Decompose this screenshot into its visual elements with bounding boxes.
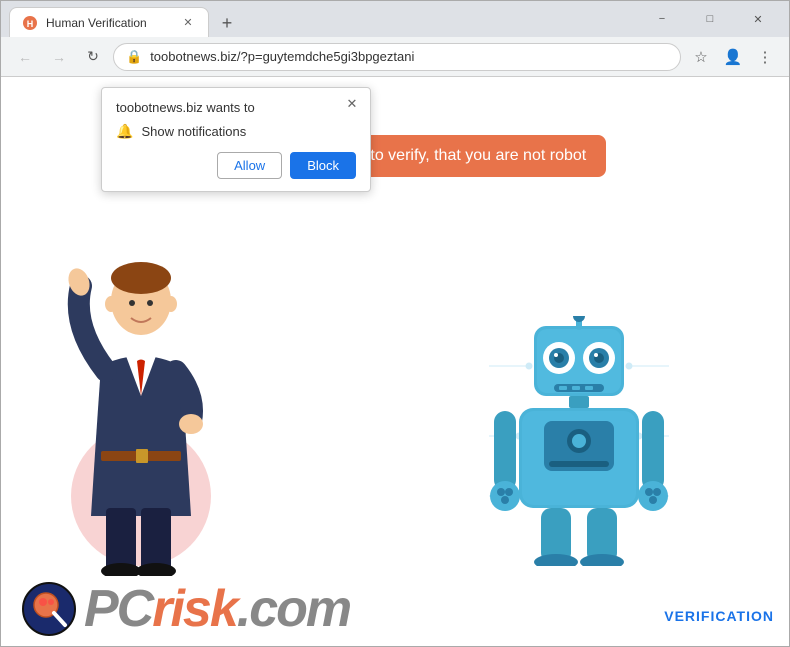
svg-text:H: H: [27, 19, 34, 29]
browser-window: H Human Verification ✕ + − □ ✕ ← → ↻ 🔒 t…: [0, 0, 790, 647]
pcrisk-logo: PC risk .com: [84, 583, 350, 635]
tab-favicon: H: [22, 15, 38, 31]
new-tab-button[interactable]: +: [213, 9, 241, 37]
active-tab[interactable]: H Human Verification ✕: [9, 7, 209, 37]
page-content: ✕ toobotnews.biz wants to 🔔 Show notific…: [1, 77, 789, 646]
bookmark-icon[interactable]: ☆: [687, 43, 715, 71]
popup-title: toobotnews.biz wants to: [116, 100, 356, 115]
bell-icon: 🔔: [116, 123, 133, 140]
close-button[interactable]: ✕: [735, 1, 781, 37]
minimize-button[interactable]: −: [639, 1, 685, 37]
robot-svg: [489, 316, 669, 566]
window-controls: − □ ✕: [639, 1, 781, 37]
forward-button[interactable]: →: [45, 43, 73, 71]
block-button[interactable]: Block: [290, 152, 356, 179]
logo-com-text: .com: [237, 583, 350, 635]
allow-button[interactable]: Allow: [217, 152, 282, 179]
logo-magnifier-icon: [21, 581, 76, 636]
lock-icon: 🔒: [126, 49, 142, 65]
popup-permission: 🔔 Show notifications: [116, 123, 356, 140]
logo-risk-text: risk: [152, 583, 237, 635]
title-bar: H Human Verification ✕ + − □ ✕: [1, 1, 789, 37]
person-svg: [41, 236, 241, 576]
footer-logo: PC risk .com: [21, 581, 350, 636]
popup-close-button[interactable]: ✕: [342, 94, 362, 114]
tab-bar: H Human Verification ✕ +: [9, 1, 639, 37]
profile-icon[interactable]: 👤: [719, 43, 747, 71]
address-right-controls: ☆ 👤 ⋮: [687, 43, 779, 71]
refresh-button[interactable]: ↻: [79, 43, 107, 71]
tab-close-button[interactable]: ✕: [180, 15, 196, 31]
permission-label: Show notifications: [141, 124, 246, 139]
url-text: toobotnews.biz/?p=guytemdche5gi3bpgeztan…: [150, 49, 668, 64]
back-button[interactable]: ←: [11, 43, 39, 71]
popup-buttons: Allow Block: [116, 152, 356, 179]
robot-illustration: [489, 316, 669, 566]
logo-pc-text: PC: [84, 583, 152, 635]
notification-popup: ✕ toobotnews.biz wants to 🔔 Show notific…: [101, 87, 371, 192]
address-bar: ← → ↻ 🔒 toobotnews.biz/?p=guytemdche5gi3…: [1, 37, 789, 77]
url-bar[interactable]: 🔒 toobotnews.biz/?p=guytemdche5gi3bpgezt…: [113, 43, 681, 71]
verification-label: VERIFICATION: [664, 608, 774, 624]
maximize-button[interactable]: □: [687, 1, 733, 37]
person-illustration: [41, 256, 241, 576]
menu-icon[interactable]: ⋮: [751, 43, 779, 71]
tab-title: Human Verification: [46, 16, 147, 30]
